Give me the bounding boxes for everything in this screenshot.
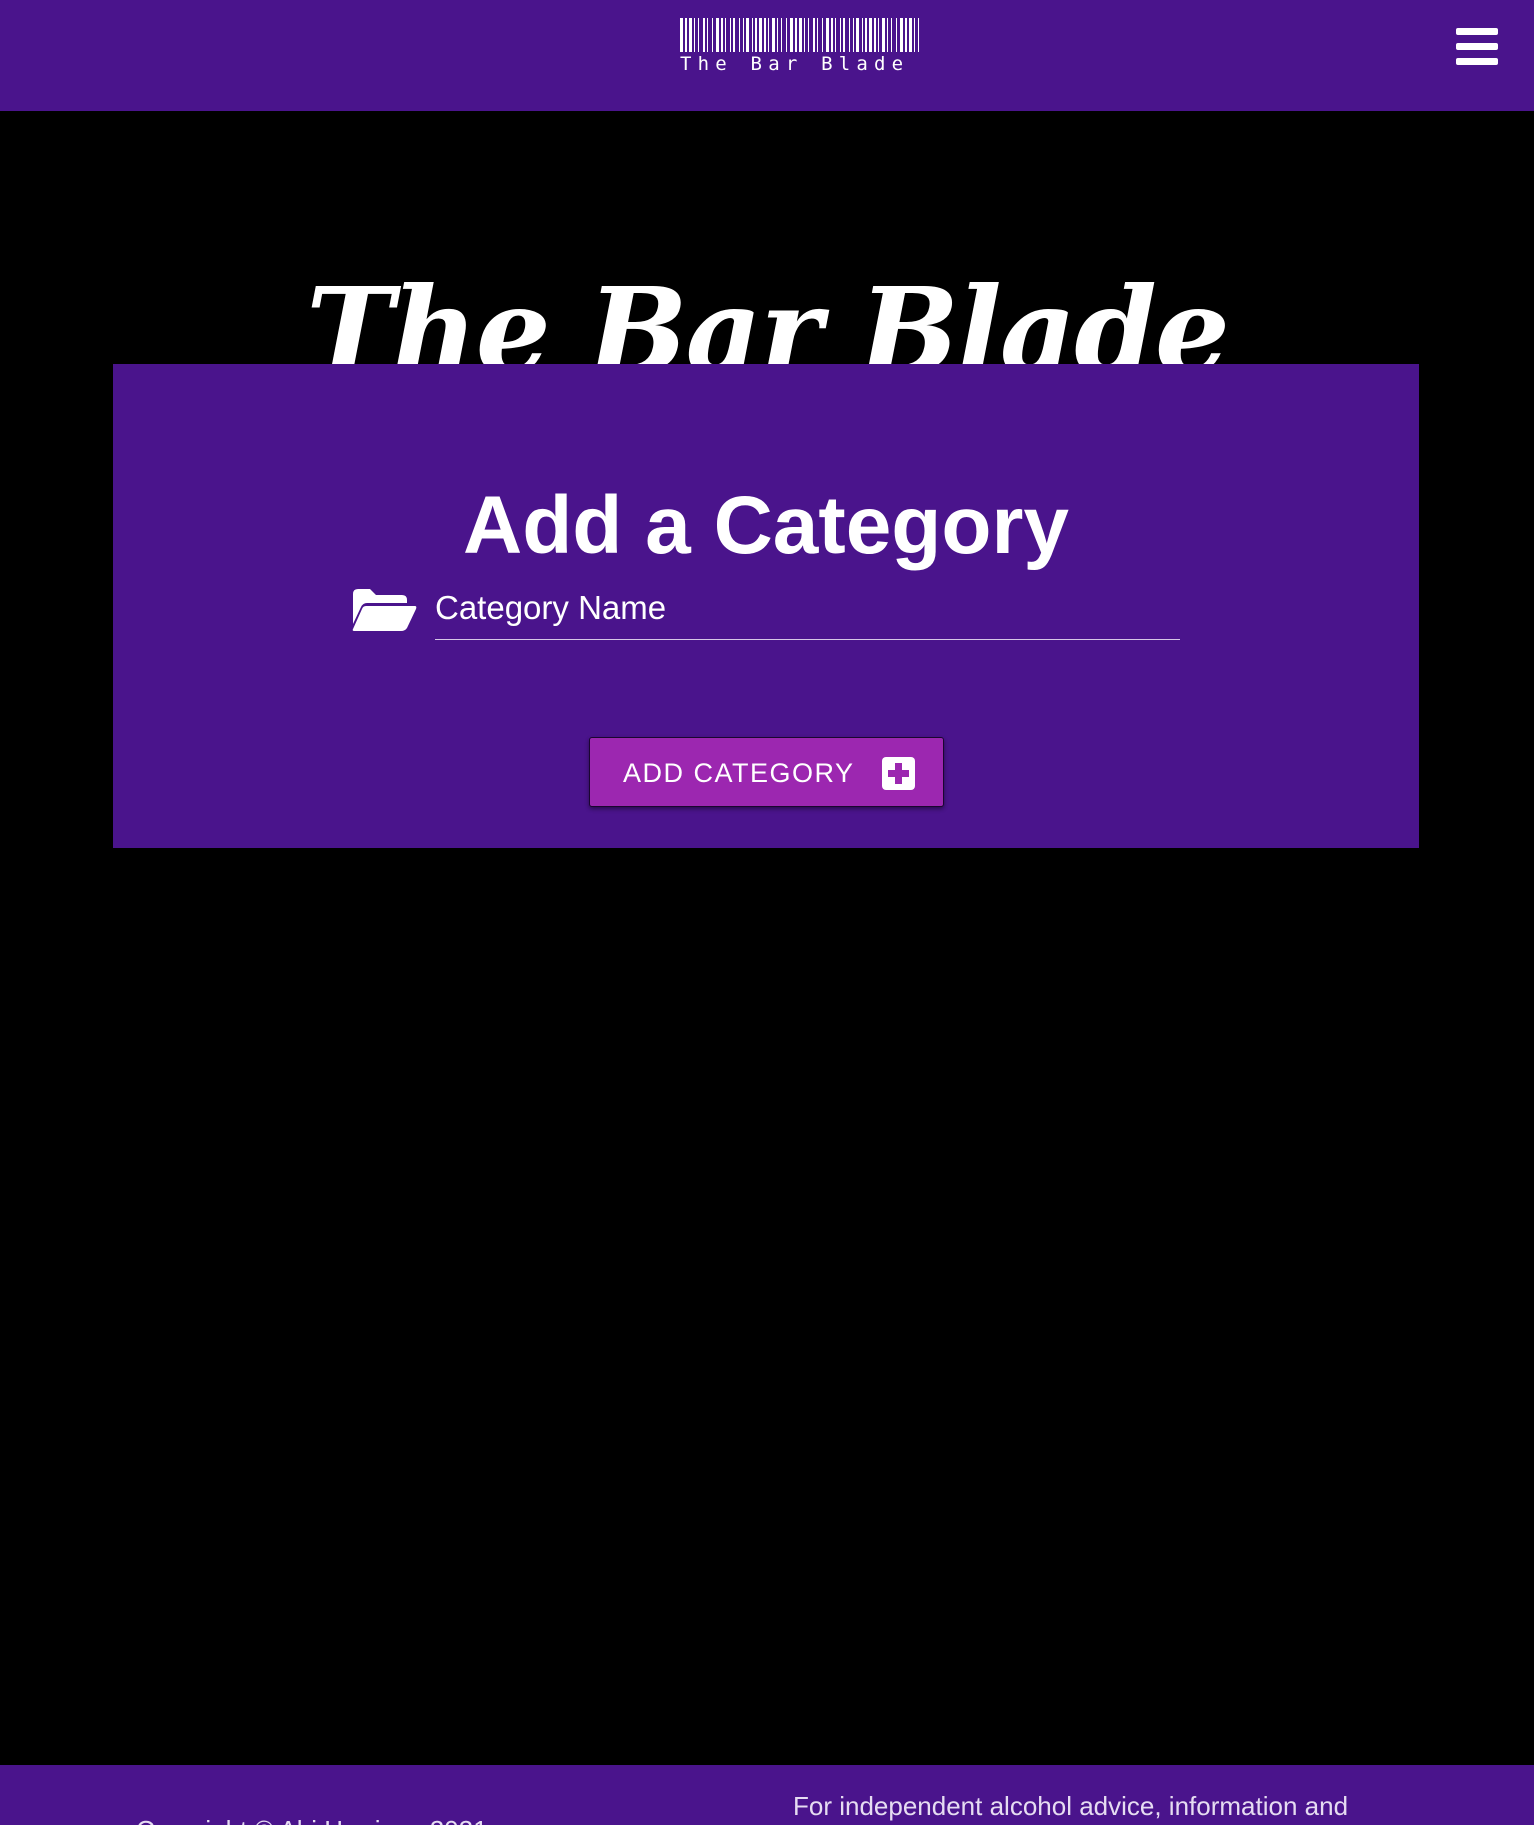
menu-bar-middle [1456, 43, 1498, 50]
site-logo-link[interactable]: The Bar Blade [680, 18, 930, 80]
navbar: The Bar Blade [0, 0, 1534, 111]
barcode-logo-icon [680, 18, 919, 52]
page-title: Add a Category [463, 480, 1069, 572]
logo-text: The Bar Blade [680, 53, 910, 75]
add-category-button-label: ADD CATEGORY [623, 758, 855, 788]
footer-copyright: Copyright © Abi Harrison 2021 [136, 1815, 488, 1825]
plus-square-icon [882, 757, 915, 790]
category-name-input[interactable] [435, 576, 1180, 640]
hamburger-menu-icon[interactable] [1450, 24, 1504, 70]
menu-bar-bottom [1456, 58, 1498, 65]
folder-open-icon [352, 589, 417, 631]
add-category-button[interactable]: ADD CATEGORY [589, 737, 944, 807]
footer-advice-text: For independent alcohol advice, informat… [793, 1791, 1349, 1821]
add-category-card: Add a Category ADD CATEGORY [113, 364, 1419, 848]
menu-bar-top [1456, 28, 1498, 35]
footer: Copyright © Abi Harrison 2021 For indepe… [0, 1765, 1534, 1825]
